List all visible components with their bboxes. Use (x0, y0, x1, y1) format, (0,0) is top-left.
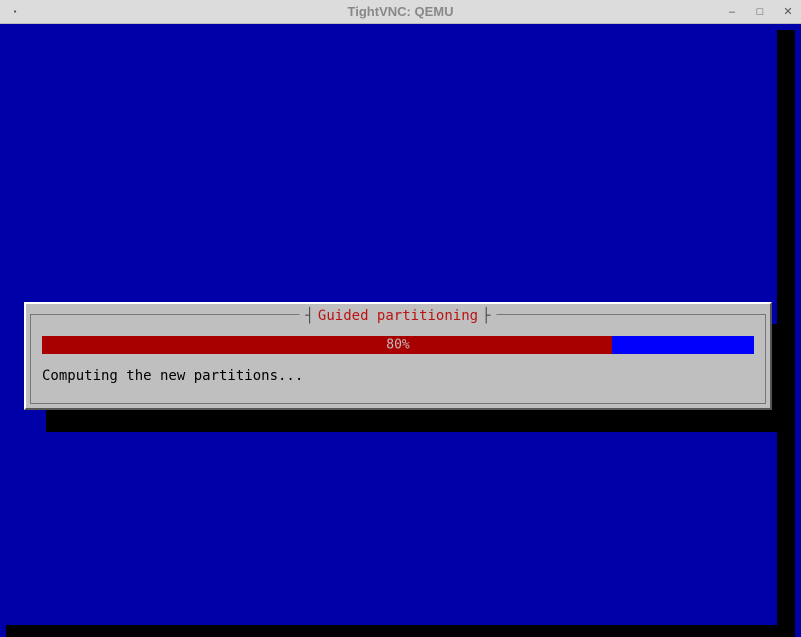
vnc-window: ▪ TightVNC: QEMU – □ ✕ ┤ Guided partitio… (0, 0, 801, 637)
dialog-border (30, 314, 766, 404)
content-area: ┤ Guided partitioning ├ 80% Computing th… (0, 24, 801, 637)
title-decoration-right: ├ (482, 308, 490, 324)
titlebar[interactable]: ▪ TightVNC: QEMU – □ ✕ (0, 0, 801, 24)
progress-percent-label: 80% (386, 338, 409, 353)
window-menu-icon[interactable]: ▪ (8, 5, 22, 19)
minimize-button[interactable]: – (727, 7, 737, 17)
progress-fill (42, 336, 612, 354)
vnc-viewport[interactable]: ┤ Guided partitioning ├ 80% Computing th… (6, 30, 795, 637)
window-title: TightVNC: QEMU (348, 4, 454, 19)
title-decoration-left: ┤ (305, 308, 313, 324)
close-button[interactable]: ✕ (783, 7, 793, 17)
window-controls: – □ ✕ (727, 7, 793, 17)
dialog-title: ┤ Guided partitioning ├ (299, 308, 496, 324)
maximize-button[interactable]: □ (755, 7, 765, 17)
progress-bar: 80% (42, 336, 754, 354)
viewport-bottom-border (6, 625, 795, 637)
dialog-title-text: Guided partitioning (318, 308, 478, 324)
progress-dialog: ┤ Guided partitioning ├ 80% Computing th… (24, 302, 772, 410)
status-message: Computing the new partitions... (42, 368, 303, 384)
